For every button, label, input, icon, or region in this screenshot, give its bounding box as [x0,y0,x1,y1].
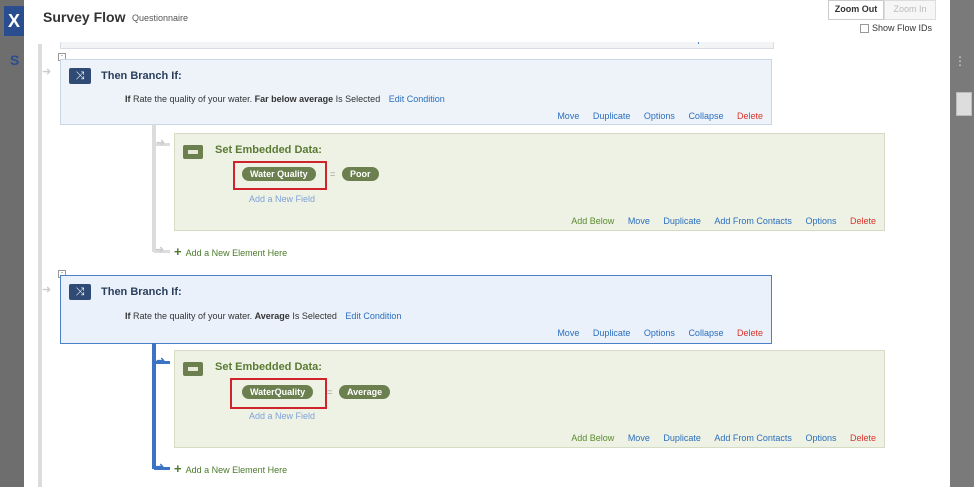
duplicate-button[interactable]: Duplicate [593,111,631,121]
branch-title: Then Branch If: [101,70,182,82]
move-button[interactable]: Move [628,216,650,226]
add-from-contacts-button[interactable]: Add From Contacts [714,433,792,443]
condition-operator: Is Selected [335,94,381,104]
add-new-element-button[interactable]: + Add a New Element Here [174,244,287,259]
show-flow-ids-toggle[interactable]: Show Flow IDs [860,23,933,34]
duplicate-button[interactable]: Duplicate [663,216,701,226]
add-new-field-link[interactable]: Add a New Field [249,411,315,421]
embedded-data-icon [183,362,203,376]
arrow-right-icon: ➜ [156,355,166,367]
branch-block-1[interactable]: ⤨ Then Branch If: If Rate the quality of… [60,59,772,125]
options-button[interactable]: Options [644,328,675,338]
app-logo-icon: X [4,6,24,36]
options-button[interactable]: Options [805,433,836,443]
field-value-pill[interactable]: Poor [342,167,379,181]
if-label: If [125,94,131,104]
survey-name: Questionnaire [132,13,189,23]
background-field [956,92,972,116]
arrow-right-icon: ➜ [155,461,165,473]
show-flow-ids-label: Show Flow IDs [872,23,933,33]
edit-condition-link[interactable]: Edit Condition [389,94,445,104]
plus-icon: + [174,461,182,476]
embedded-data-title: Set Embedded Data: [215,144,322,156]
background-menu-icon: ⋮ [954,54,966,68]
add-below-button[interactable]: Add Below [571,433,614,443]
branch-condition: If Rate the quality of your water. Avera… [125,311,401,321]
move-button[interactable]: Move [557,111,579,121]
add-new-element-label: Add a New Element Here [185,248,288,258]
embedded-data-icon [183,145,203,159]
embedded-data-title: Set Embedded Data: [215,361,322,373]
embedded-data-block-1[interactable]: Set Embedded Data: Water Quality = Poor … [174,133,885,231]
delete-button[interactable]: Delete [850,216,876,226]
highlight-box [230,378,327,409]
options-button[interactable]: Options [644,111,675,121]
show-flow-ids-checkbox[interactable] [860,24,869,34]
move-button[interactable]: Move [628,433,650,443]
condition-operator: Is Selected [292,311,337,321]
page-title: Survey Flow [43,9,126,25]
branch-actions: Move Duplicate Options Collapse Delete [546,111,763,121]
condition-answer: Average [254,311,290,321]
modal-header: Survey Flow Questionnaire Zoom Out Zoom … [24,0,950,42]
zoom-out-button[interactable]: Zoom Out [828,0,884,20]
branch-actions: Move Duplicate Options Collapse Delete [546,328,763,338]
background-panel-right [950,0,974,487]
arrow-right-icon: ➜ [156,137,166,149]
condition-question: Rate the quality of your water. [133,94,253,104]
background-panel-left [0,0,24,487]
arrow-right-icon: ➜ [42,284,52,296]
embedded-data-block-2[interactable]: Set Embedded Data: WaterQuality = Averag… [174,350,885,448]
equals-sign: = [327,387,333,397]
flow-trunk-line [38,44,42,487]
arrow-right-icon: ➜ [155,244,165,256]
duplicate-button[interactable]: Duplicate [663,433,701,443]
plus-icon: + [174,244,182,259]
field-value-pill[interactable]: Average [339,385,391,399]
highlight-box [233,161,327,190]
branch-icon: ⤨ [69,284,91,300]
add-new-field-link[interactable]: Add a New Field [249,194,315,204]
edit-condition-link[interactable]: Edit Condition [345,311,401,321]
add-from-contacts-button[interactable]: Add From Contacts [714,216,792,226]
move-button[interactable]: Move [557,328,579,338]
add-new-element-label: Add a New Element Here [185,465,288,475]
embedded-data-actions: Add Below Move Duplicate Add From Contac… [560,216,876,226]
branch-icon: ⤨ [69,68,91,84]
delete-button[interactable]: Delete [850,433,876,443]
condition-question: Rate the quality of your water. [133,311,253,321]
arrow-right-icon: ➜ [42,66,52,78]
if-label: If [125,311,131,321]
branch-block-2[interactable]: ⤨ Then Branch If: If Rate the quality of… [60,275,772,344]
delete-button[interactable]: Delete [737,328,763,338]
options-button[interactable]: Options [805,216,836,226]
previous-block: Add Below Move Duplicate Delete [60,34,774,49]
duplicate-button[interactable]: Duplicate [593,328,631,338]
equals-sign: = [330,169,336,179]
background-tab-fragment: S [10,52,20,68]
condition-answer: Far below average [254,94,334,104]
delete-button[interactable]: Delete [737,111,763,121]
collapse-button[interactable]: Collapse [688,111,723,121]
zoom-in-button[interactable]: Zoom In [884,0,936,20]
add-below-button[interactable]: Add Below [571,216,614,226]
embedded-data-actions: Add Below Move Duplicate Add From Contac… [560,433,876,443]
branch-title: Then Branch If: [101,286,182,298]
survey-flow-modal: Add Below Move Duplicate Delete Survey F… [24,0,950,487]
add-new-element-button[interactable]: + Add a New Element Here [174,461,287,476]
collapse-button[interactable]: Collapse [688,328,723,338]
branch-condition: If Rate the quality of your water. Far b… [125,94,445,104]
